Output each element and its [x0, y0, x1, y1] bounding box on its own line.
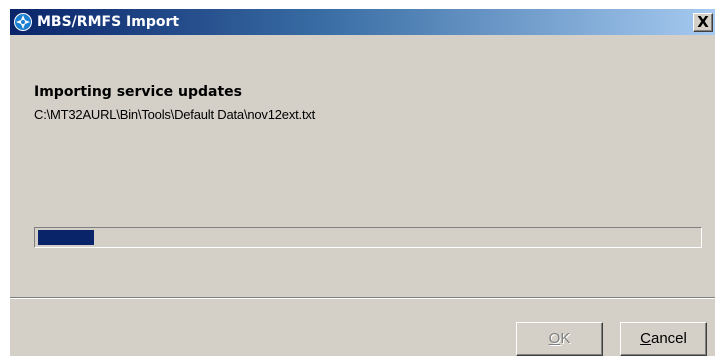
close-button[interactable]: X [693, 13, 713, 32]
cancel-label: ancel [650, 330, 687, 347]
window-title: MBS/RMFS Import [37, 14, 180, 30]
progress-fill [38, 230, 95, 245]
ok-button[interactable]: OK [516, 322, 603, 356]
ok-accelerator: O [548, 330, 561, 347]
progress-bar [34, 227, 702, 248]
ok-label: K [560, 330, 571, 347]
title-bar[interactable]: MBS/RMFS Import X [10, 9, 715, 35]
import-dialog: MBS/RMFS Import X Importing service upda… [9, 8, 715, 356]
cancel-accelerator: C [640, 330, 651, 347]
app-logo-icon [13, 12, 33, 32]
status-heading: Importing service updates [34, 84, 242, 100]
footer-divider [10, 297, 715, 299]
cancel-button[interactable]: Cancel [620, 322, 707, 356]
close-icon: X [697, 13, 709, 31]
file-path-label: C:\MT32AURL\Bin\Tools\Default Data\nov12… [34, 107, 316, 122]
